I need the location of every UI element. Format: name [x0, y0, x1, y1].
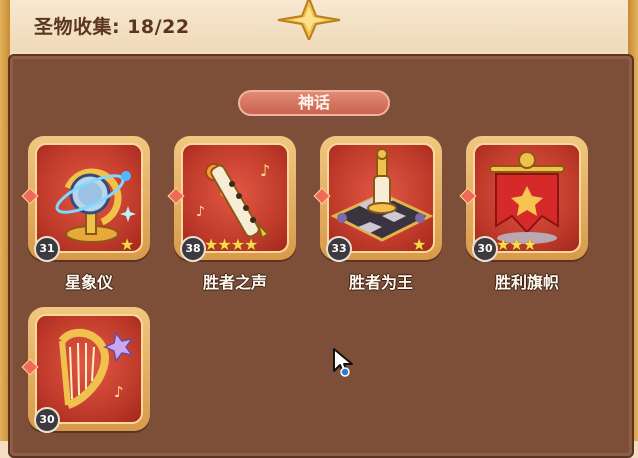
relic-card-victor-king[interactable]: 33 ★: [313, 136, 442, 262]
relic-card-victory-banner[interactable]: 30 ★★★: [459, 136, 588, 262]
relic-name-label: 胜利旗帜: [494, 273, 559, 292]
svg-text:♪: ♪: [196, 204, 205, 220]
collection-header: 圣物收集: 18/22: [0, 0, 638, 52]
relic-star-rating: ★: [120, 235, 134, 254]
relic-name-label: 星象仪: [64, 273, 113, 292]
relic-level-badge: 31: [34, 236, 60, 262]
relic-star-rating: ★★★★: [204, 235, 258, 254]
relic-card-victor-voice[interactable]: ♪ ♪ 38 ★★★★: [167, 136, 296, 262]
collection-progress-label: 圣物收集: 18/22: [34, 16, 190, 38]
relic-level-badge: 38: [180, 236, 206, 262]
relic-name-label: 胜者之声: [202, 273, 267, 292]
relic-card-harp[interactable]: ♪ 30: [21, 307, 150, 433]
relic-name-label: 胜者为王: [348, 273, 413, 292]
relic-level-badge: 33: [326, 236, 352, 262]
relic-level-badge: 30: [34, 407, 60, 433]
svg-text:♪: ♪: [260, 161, 270, 180]
relic-star-rating: ★★★: [496, 235, 537, 254]
relic-level-badge: 30: [472, 236, 498, 262]
mouse-cursor-icon: [333, 348, 353, 377]
gold-star-ornament-icon: [277, 0, 341, 40]
relic-star-rating: ★: [412, 235, 426, 254]
tier-label-mythic: 神话: [238, 90, 390, 116]
relic-card-armillary[interactable]: 31 ★: [21, 136, 150, 262]
svg-text:♪: ♪: [114, 383, 124, 401]
